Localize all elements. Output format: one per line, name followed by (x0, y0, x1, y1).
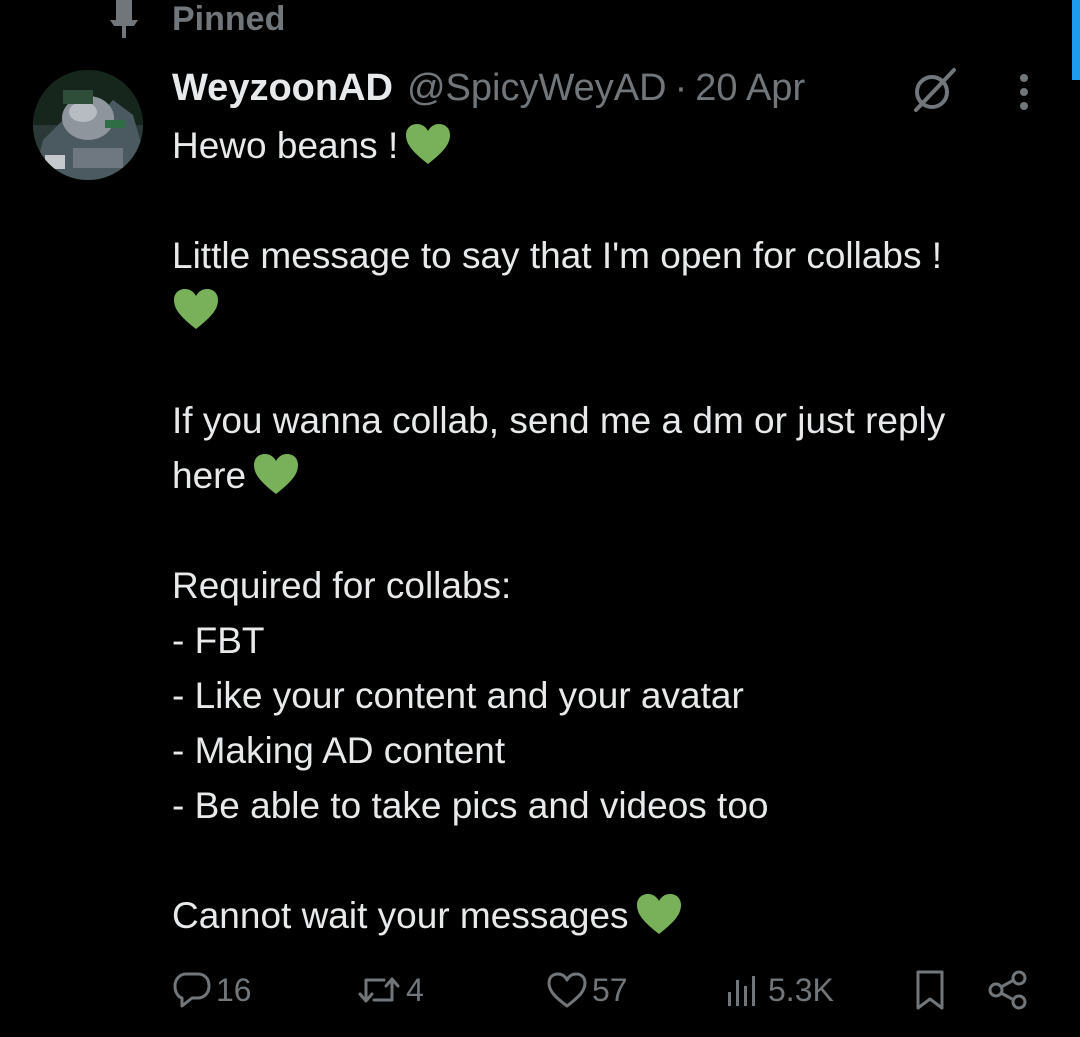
views-button[interactable]: 5.3K (724, 960, 834, 1020)
green-heart-icon (404, 122, 452, 166)
reply-icon (173, 972, 211, 1008)
repost-button[interactable]: 4 (356, 960, 424, 1020)
green-heart-icon (252, 452, 300, 496)
requirement-item: - Be able to take pics and videos too (172, 785, 769, 826)
tweet-text: Hewo beans ! Little message to say that … (172, 118, 1062, 943)
message-heart-line (172, 283, 1062, 338)
dm-line-2: here (172, 448, 1062, 503)
more-options-icon[interactable] (1004, 70, 1044, 114)
views-icon (728, 976, 755, 1006)
author-handle[interactable]: @SpicyWeyAD (407, 67, 667, 110)
greeting-text: Hewo beans ! (172, 125, 399, 166)
author-display-name[interactable]: WeyzoonAD (172, 67, 393, 110)
dm-line-2-text: here (172, 455, 247, 496)
share-button[interactable] (986, 960, 1030, 1020)
message-line: Little message to say that I'm open for … (172, 235, 943, 276)
requirement-item: - Making AD content (172, 730, 506, 771)
green-heart-icon (172, 287, 220, 331)
requirement-item: - FBT (172, 620, 265, 661)
repost-icon (358, 977, 400, 1003)
tweet-date[interactable]: 20 Apr (695, 67, 805, 110)
avatar[interactable] (33, 70, 143, 180)
pinned-indicator: Pinned (104, 0, 285, 38)
reply-button[interactable]: 16 (172, 960, 252, 1020)
tweet-actions: 16 4 57 5.3K (0, 960, 1080, 1020)
requirement-item: - Like your content and your avatar (172, 675, 744, 716)
view-count: 5.3K (768, 971, 834, 1008)
like-count: 57 (592, 971, 628, 1008)
tweet-header: WeyzoonAD @SpicyWeyAD · 20 Apr (172, 64, 805, 112)
greeting-line: Hewo beans ! (172, 118, 1062, 173)
share-icon (988, 970, 1027, 1010)
like-button[interactable]: 57 (546, 960, 628, 1020)
reply-count: 16 (216, 971, 252, 1008)
dm-line-1: If you wanna collab, send me a dm or jus… (172, 400, 946, 441)
requirements-heading: Required for collabs: (172, 565, 512, 606)
pin-icon (110, 0, 138, 38)
closing-text: Cannot wait your messages (172, 895, 629, 936)
bookmark-icon (916, 970, 944, 1010)
avatar-image (33, 70, 143, 180)
green-heart-icon (635, 892, 683, 936)
bookmark-button[interactable] (910, 960, 950, 1020)
pinned-label: Pinned (172, 0, 286, 38)
separator-dot: · (674, 66, 688, 109)
repost-count: 4 (406, 971, 424, 1008)
heart-icon (547, 972, 587, 1008)
scroll-indicator[interactable] (1072, 0, 1080, 80)
closing-line: Cannot wait your messages (172, 888, 1062, 943)
grok-icon[interactable] (910, 66, 958, 114)
